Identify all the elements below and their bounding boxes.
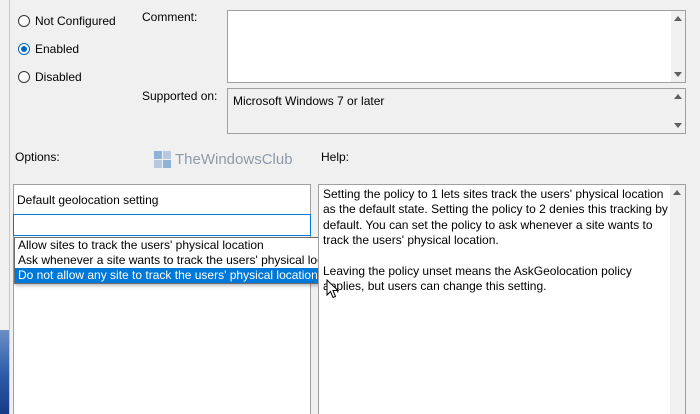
radio-not-configured[interactable]: Not Configured	[18, 12, 116, 30]
help-scrollbar[interactable]	[670, 185, 685, 414]
watermark: TheWindowsClub	[154, 151, 293, 168]
setting-label: Default geolocation setting	[17, 193, 159, 207]
help-label: Help:	[321, 150, 350, 164]
watermark-text: TheWindowsClub	[175, 151, 293, 168]
radio-not-configured-label: Not Configured	[35, 14, 116, 28]
options-label: Options:	[15, 150, 60, 164]
help-line: default. You can set the policy to ask w…	[323, 217, 653, 232]
help-line: Leaving the policy unset means the AskGe…	[323, 263, 632, 278]
supported-on-scrollbar[interactable]	[671, 89, 685, 133]
scroll-up-icon[interactable]	[673, 190, 681, 195]
scroll-up-icon[interactable]	[674, 16, 682, 21]
supported-on-box: Microsoft Windows 7 or later	[227, 88, 686, 134]
scroll-down-icon[interactable]	[674, 123, 682, 128]
scroll-down-icon[interactable]	[674, 72, 682, 77]
radio-disabled-label: Disabled	[35, 70, 82, 84]
help-line: as the default state. Setting the policy…	[323, 202, 668, 217]
mouse-cursor-icon	[326, 279, 340, 299]
help-line: Setting the policy to 1 lets sites track…	[323, 187, 664, 201]
supported-on-label: Supported on:	[142, 89, 218, 103]
radio-not-configured-circle[interactable]	[18, 15, 30, 27]
radio-enabled-circle[interactable]	[18, 43, 30, 55]
radio-enabled[interactable]: Enabled	[18, 40, 116, 58]
radio-disabled-circle[interactable]	[18, 71, 30, 83]
comment-textbox[interactable]	[227, 10, 686, 83]
watermark-logo-icon	[154, 151, 171, 168]
help-panel: Setting the policy to 1 lets sites track…	[318, 184, 686, 414]
options-panel: Default geolocation setting	[13, 184, 311, 414]
radio-enabled-label: Enabled	[35, 42, 80, 56]
scroll-up-icon[interactable]	[674, 94, 682, 99]
state-radio-group: Not Configured Enabled Disabled	[18, 12, 116, 86]
comment-label: Comment:	[142, 10, 198, 24]
geolocation-combobox[interactable]	[13, 214, 311, 236]
help-line: track the users' physical location.	[323, 233, 499, 248]
supported-on-value: Microsoft Windows 7 or later	[233, 94, 385, 108]
comment-scrollbar[interactable]	[671, 11, 685, 82]
help-line: applies, but users can change this setti…	[323, 279, 547, 294]
desktop-wallpaper-strip	[0, 330, 9, 414]
radio-disabled[interactable]: Disabled	[18, 68, 116, 86]
help-text: Setting the policy to 1 lets sites track…	[319, 185, 685, 296]
help-spacer	[323, 249, 681, 264]
